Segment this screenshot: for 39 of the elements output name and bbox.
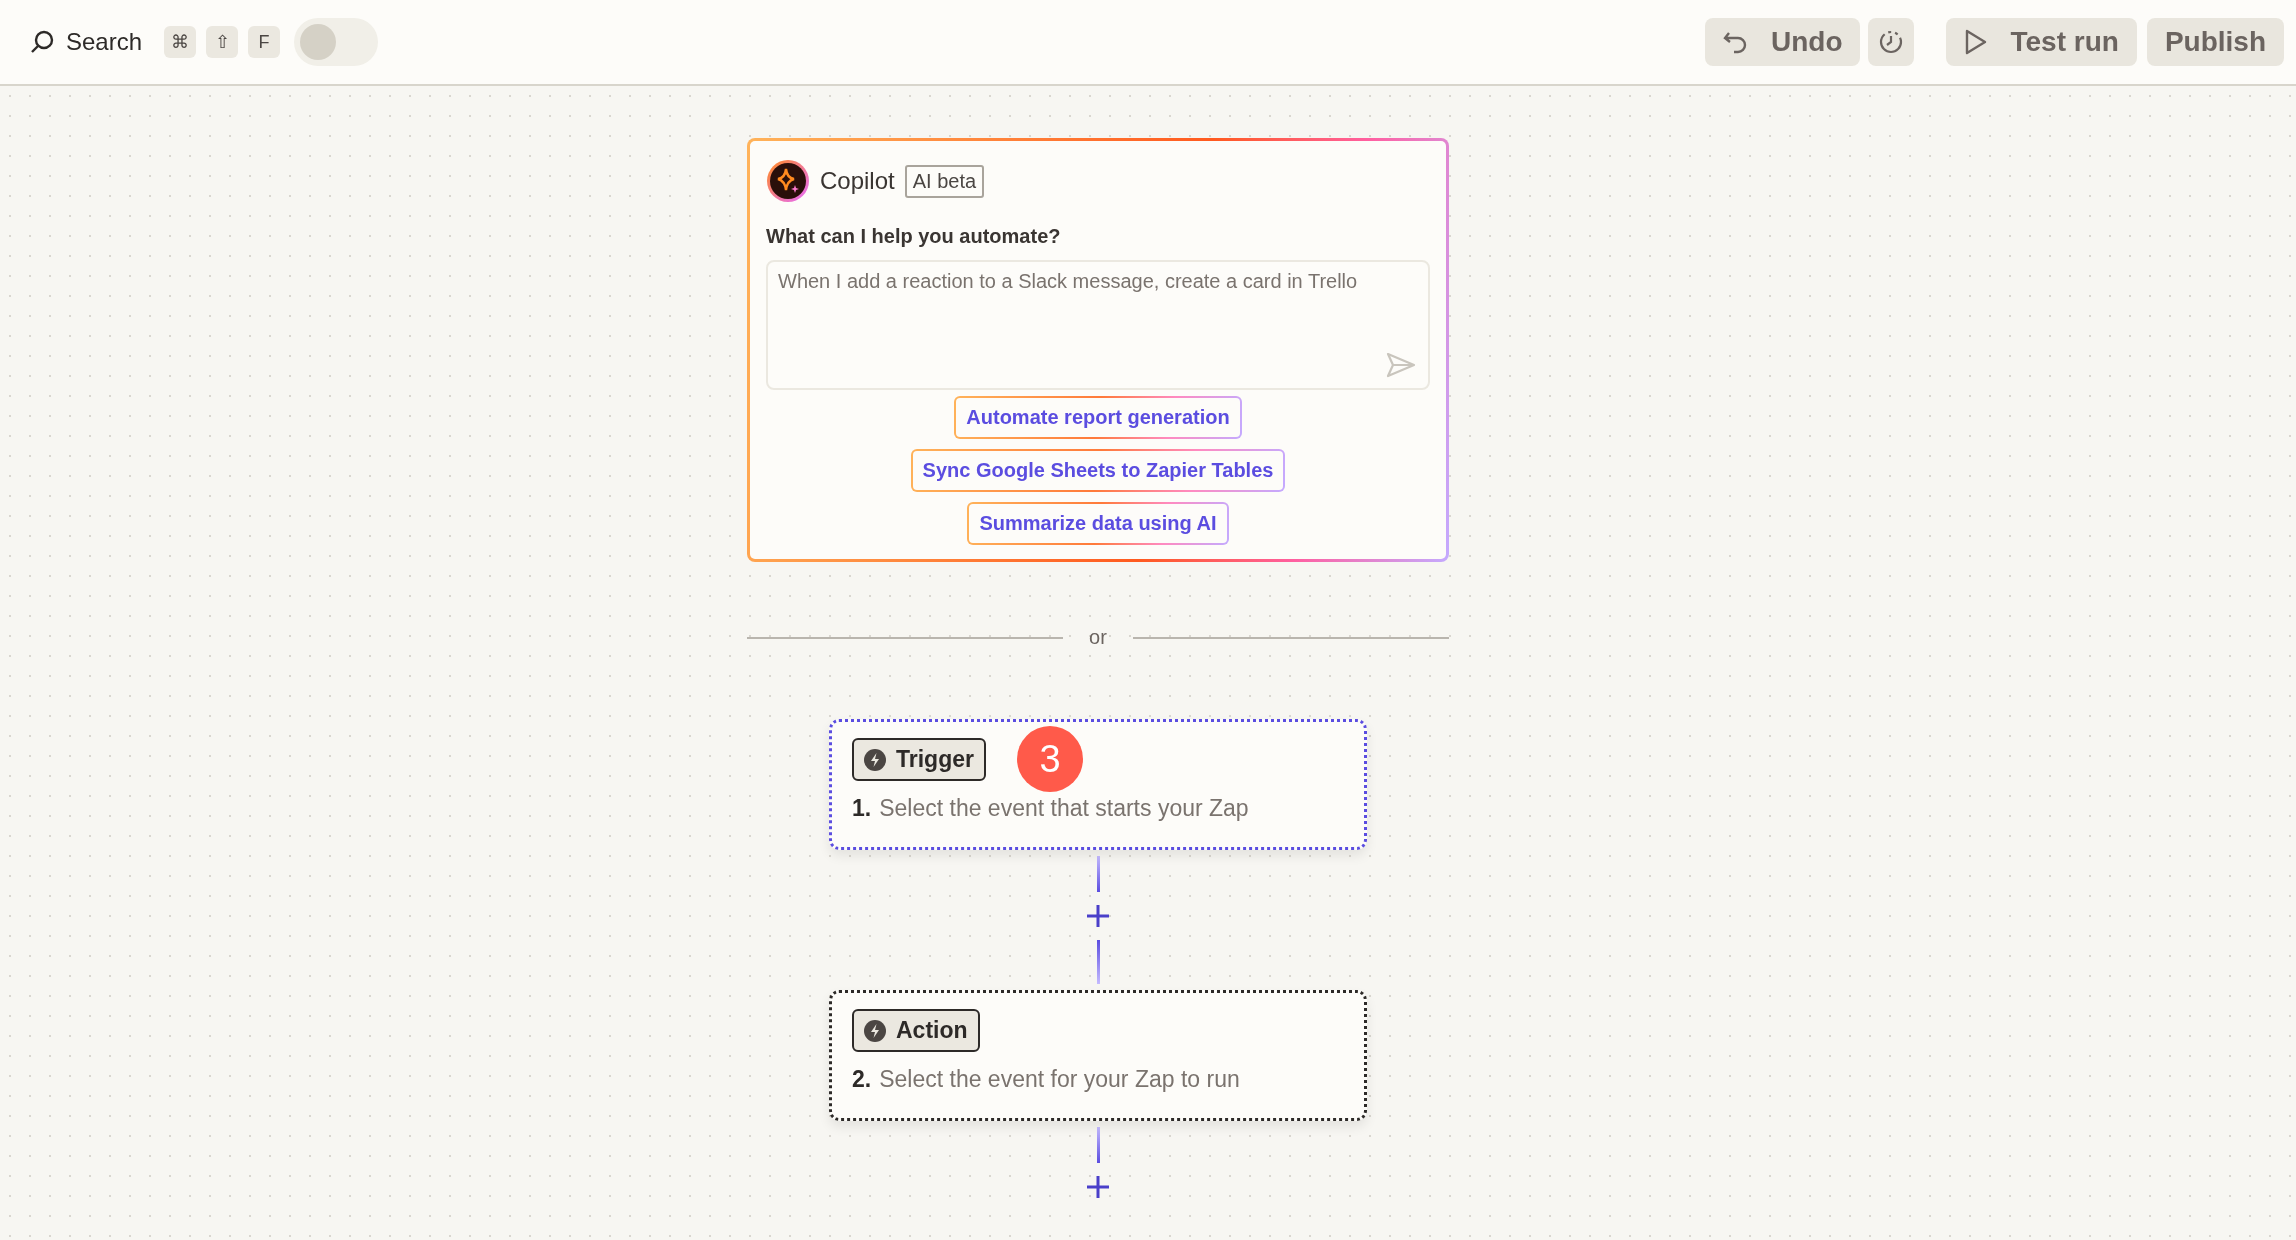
divider-label: or xyxy=(1089,626,1107,649)
keyboard-key: ⌘ xyxy=(164,26,197,58)
prompt-input[interactable]: When I add a reaction to a Slack message, create a card in Trello xyxy=(766,260,1430,390)
plus-icon xyxy=(1086,1175,1110,1199)
step-description: Select the event for your Zap to run xyxy=(879,1066,1240,1093)
step-card[interactable]: Action 2. Select the event for your Zap to run xyxy=(829,990,1367,1121)
step-number: 1. xyxy=(852,795,872,822)
publish-button[interactable]: Publish xyxy=(2146,18,2284,66)
connector-line xyxy=(1096,1127,1100,1163)
suggestion-chip[interactable]: Automate report generation xyxy=(954,396,1242,439)
copilot-title: Copilot xyxy=(820,167,895,195)
timer-icon xyxy=(1878,29,1905,55)
step-description: Select the event that starts your Zap xyxy=(879,795,1249,822)
connector-line xyxy=(1096,856,1100,892)
play-icon xyxy=(1964,29,1989,55)
beta-tag: AI beta xyxy=(904,164,985,198)
connector-line xyxy=(1096,940,1100,984)
step-type-tag[interactable]: Action xyxy=(852,1009,980,1052)
add-step-button[interactable] xyxy=(1086,1175,1110,1199)
keyboard-key: F xyxy=(248,26,281,58)
sparkle-logo-icon xyxy=(766,159,810,203)
lightning-icon xyxy=(864,748,886,771)
step-count-badge: 3 xyxy=(1017,726,1083,792)
lightning-icon xyxy=(864,1019,886,1042)
toggle-switch[interactable] xyxy=(294,18,379,66)
prompt-question: What can I help you automate? xyxy=(766,225,1062,248)
test-run-button[interactable]: Test run xyxy=(1946,18,2137,66)
add-step-button[interactable] xyxy=(1086,904,1110,928)
step-number: 2. xyxy=(852,1066,872,1093)
search-icon xyxy=(30,30,54,54)
history-button[interactable] xyxy=(1868,18,1915,66)
keyboard-key: ⇧ xyxy=(206,26,239,58)
suggestion-chip[interactable]: Summarize data using AI xyxy=(967,502,1229,545)
step-card[interactable]: Trigger 1. Select the event that starts your Zap 3 xyxy=(829,719,1367,850)
suggestion-chip[interactable]: Sync Google Sheets to Zapier Tables xyxy=(910,449,1286,492)
plus-icon xyxy=(1086,904,1110,928)
step-type-tag[interactable]: Trigger xyxy=(852,738,986,781)
search-button[interactable]: Search xyxy=(30,28,143,56)
undo-button[interactable]: Undo xyxy=(1704,18,1861,66)
